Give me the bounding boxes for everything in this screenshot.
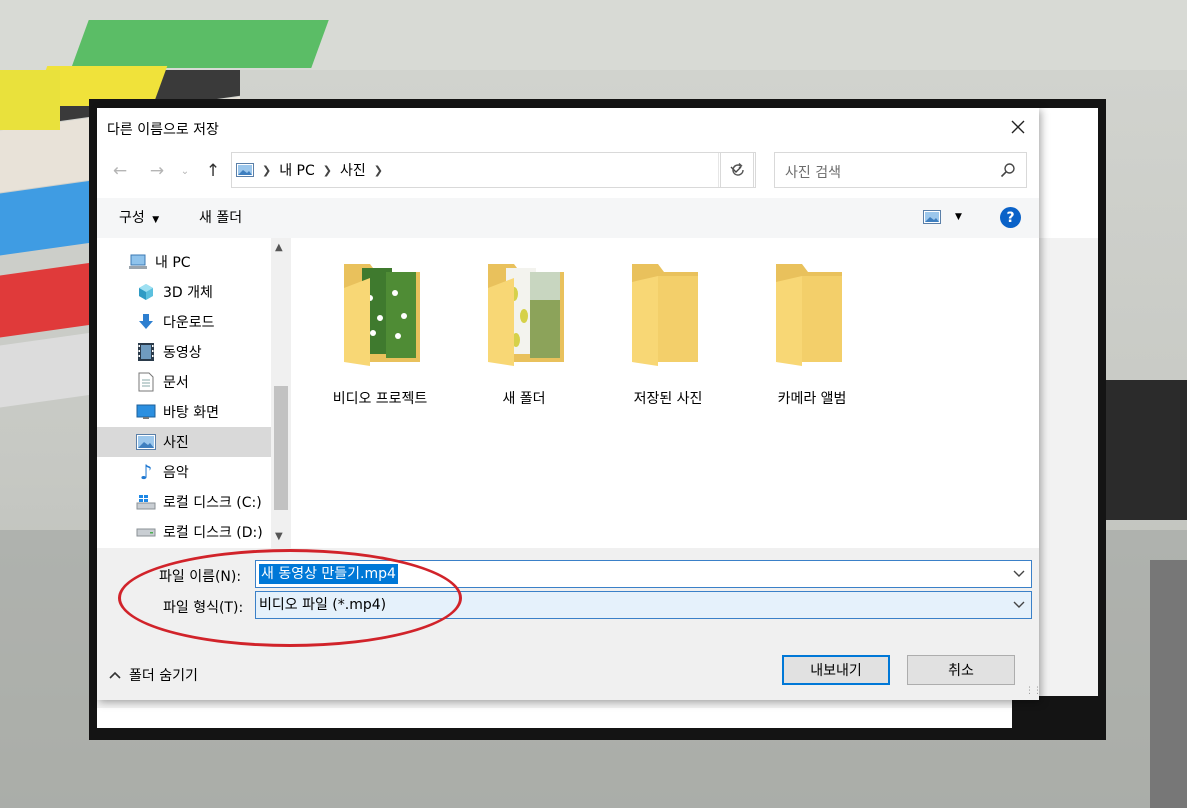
file-list: 비디오 프로젝트 새 폴더 저장된 사진 카메라 앨범 <box>291 238 1039 548</box>
chevron-down-icon[interactable] <box>1013 566 1025 582</box>
organize-label: 구성 <box>119 210 145 226</box>
nav-item-local-disk-c[interactable]: 로컬 디스크 (C:) <box>97 487 271 517</box>
picture-icon <box>135 432 157 452</box>
breadcrumb-my-pc[interactable]: 내 PC <box>279 160 315 180</box>
chevron-right-icon: ❯ <box>322 163 332 177</box>
arrow-up-icon: ↑ <box>205 161 221 181</box>
nav-item-label: 문서 <box>163 375 189 391</box>
dialog-title: 다른 이름으로 저장 <box>107 122 219 138</box>
nav-item-3d-objects[interactable]: 3D 개체 <box>97 277 271 307</box>
folder-icon <box>632 264 698 366</box>
back-button[interactable]: ← <box>108 155 132 187</box>
nav-item-label: 바탕 화면 <box>163 405 219 421</box>
photo-folder-icon <box>488 264 564 366</box>
chevron-right-icon: ❯ <box>373 163 383 177</box>
navigation-pane: 내 PC 3D 개체 다운로드 동영상 문서 바탕 화면 사진 ♪ 음악 로컬 … <box>97 238 271 548</box>
music-icon: ♪ <box>139 460 153 484</box>
nav-item-label: 다운로드 <box>163 315 215 331</box>
search-box[interactable]: 사진 검색 <box>774 152 1027 188</box>
hide-folders-toggle[interactable]: 폴더 숨기기 <box>109 665 198 685</box>
cancel-button[interactable]: 취소 <box>907 655 1015 685</box>
folder-label: 저장된 사진 <box>633 391 703 407</box>
arrow-left-icon: ← <box>112 161 128 181</box>
nav-item-label: 3D 개체 <box>163 285 213 301</box>
navigation-scrollbar[interactable]: ▲ ▼ <box>271 238 291 548</box>
arrow-right-icon: → <box>149 161 165 181</box>
nav-item-label: 로컬 디스크 (D:) <box>163 525 263 541</box>
scrollbar-thumb[interactable] <box>274 386 288 510</box>
address-bar[interactable]: ❯ 내 PC ❯ 사진 ❯ <box>231 152 754 188</box>
nav-item-label: 동영상 <box>163 345 202 361</box>
chevron-right-icon: ❯ <box>262 163 272 177</box>
view-options-button[interactable]: ▼ <box>923 210 962 224</box>
chevron-down-icon: ⌄ <box>180 165 190 177</box>
computer-icon <box>127 252 149 272</box>
scroll-down-icon[interactable]: ▼ <box>275 531 283 542</box>
nav-item-label: 내 PC <box>155 255 191 271</box>
nav-item-downloads[interactable]: 다운로드 <box>97 307 271 337</box>
nav-item-label: 사진 <box>163 435 189 451</box>
cube-icon <box>135 282 157 302</box>
nav-item-pictures[interactable]: 사진 <box>97 427 271 457</box>
folder-new-folder[interactable]: 새 폴더 <box>459 258 589 418</box>
nav-item-label: 로컬 디스크 (C:) <box>163 495 262 511</box>
search-placeholder: 사진 검색 <box>785 165 841 181</box>
search-icon <box>1000 162 1016 182</box>
photo-folder-icon <box>344 264 420 366</box>
folder-saved-pictures[interactable]: 저장된 사진 <box>603 258 733 418</box>
hide-folders-label: 폴더 숨기기 <box>129 668 198 684</box>
folder-camera-roll[interactable]: 카메라 앨범 <box>747 258 877 418</box>
save-button[interactable]: 내보내기 <box>782 655 890 685</box>
nav-item-label: 음악 <box>163 465 189 481</box>
nav-item-music[interactable]: ♪ 음악 <box>97 457 271 487</box>
picture-icon <box>236 163 254 177</box>
organize-menu[interactable]: 구성 ▼ <box>119 207 159 227</box>
help-icon[interactable]: ? <box>1000 207 1021 228</box>
nav-item-local-disk-d[interactable]: 로컬 디스크 (D:) <box>97 517 271 547</box>
folder-icon <box>776 264 842 366</box>
scroll-up-icon[interactable]: ▲ <box>275 242 283 253</box>
folder-label: 카메라 앨범 <box>777 391 847 407</box>
chevron-up-icon <box>109 671 121 679</box>
nav-item-videos[interactable]: 동영상 <box>97 337 271 367</box>
film-icon <box>135 342 157 362</box>
folder-label: 비디오 프로젝트 <box>332 391 428 407</box>
nav-item-my-pc[interactable]: 내 PC <box>97 247 271 277</box>
view-icon <box>923 210 941 224</box>
up-button[interactable]: ↑ <box>201 155 225 187</box>
resize-grip-icon[interactable]: ⋮⋮ <box>1025 686 1042 696</box>
caret-down-icon: ▼ <box>955 212 962 222</box>
refresh-icon <box>732 162 744 176</box>
close-icon <box>1011 120 1025 134</box>
windows-drive-icon <box>135 492 157 512</box>
chevron-down-icon[interactable] <box>1013 597 1025 613</box>
breadcrumb-pictures[interactable]: 사진 <box>340 160 366 180</box>
highlight-ellipse <box>118 549 462 647</box>
new-folder-button[interactable]: 새 폴더 <box>199 207 242 227</box>
folder-video-project[interactable]: 비디오 프로젝트 <box>315 258 445 418</box>
folder-label: 새 폴더 <box>502 391 546 407</box>
download-icon <box>135 312 157 332</box>
caret-down-icon: ▼ <box>152 215 160 225</box>
recent-locations-button[interactable]: ⌄ <box>177 155 193 187</box>
nav-item-documents[interactable]: 문서 <box>97 367 271 397</box>
close-button[interactable] <box>1005 112 1031 142</box>
document-icon <box>135 372 157 392</box>
nav-item-desktop[interactable]: 바탕 화면 <box>97 397 271 427</box>
desktop-icon <box>135 402 157 422</box>
refresh-button[interactable] <box>720 152 756 188</box>
forward-button[interactable]: → <box>145 155 169 187</box>
drive-icon <box>135 522 157 542</box>
